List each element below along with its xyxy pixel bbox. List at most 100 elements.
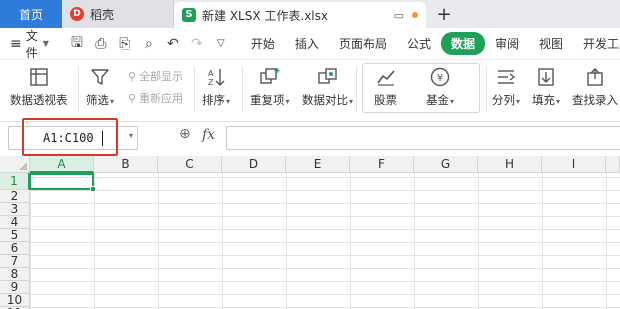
- divider: [356, 66, 357, 112]
- column-header-i[interactable]: I: [542, 156, 606, 173]
- pivot-table-label: 数据透视表: [10, 93, 68, 107]
- divider: [78, 66, 79, 112]
- print-icon[interactable]: ⎘: [115, 36, 135, 52]
- menu-tab-data[interactable]: 数据: [440, 32, 485, 55]
- fund-button[interactable]: ¥ 基金▾: [426, 66, 454, 108]
- column-header-h[interactable]: H: [478, 156, 542, 173]
- tab-daoke-label: 稻壳: [90, 7, 115, 22]
- fill-down-icon: [535, 66, 557, 88]
- file-menu-button[interactable]: ≡ 文件 ▼: [10, 27, 49, 61]
- menu-bar: ≡ 文件 ▼ 🖫 ⎙ ⎘ ⌕ ↶ ↷ ▽ 开始 插入 页面布局 公式 数据 审阅…: [0, 28, 620, 60]
- reapply-icon: ⚲: [128, 91, 137, 105]
- new-tab-button[interactable]: +: [432, 0, 456, 28]
- chevron-down-icon: ▼: [42, 39, 49, 48]
- filter-button[interactable]: 筛选▾: [86, 66, 114, 108]
- fill-button[interactable]: 填充▾: [532, 66, 560, 108]
- split-column-label: 分列: [492, 93, 515, 107]
- highlight-box: [22, 118, 118, 156]
- show-all-icon: ⚲: [128, 69, 137, 83]
- reapply-button[interactable]: ⚲ 重新应用: [128, 90, 183, 106]
- undo-icon[interactable]: ↶: [163, 36, 183, 52]
- split-column-icon: [495, 66, 517, 88]
- chevron-down-icon: ▾: [285, 97, 290, 106]
- quick-access-toolbar: 🖫 ⎙ ⎘ ⌕ ↶ ↷ ▽: [67, 32, 231, 56]
- stock-label: 股票: [374, 93, 397, 107]
- ribbon-tabs: 开始 插入 页面布局 公式 数据 审阅 视图 开发工具: [241, 32, 620, 55]
- column-header-c[interactable]: C: [158, 156, 222, 173]
- redo-icon[interactable]: ↷: [187, 36, 207, 52]
- zoom-search-icon[interactable]: ⊕: [179, 126, 191, 142]
- cell-grid[interactable]: [30, 173, 620, 309]
- reapply-label: 重新应用: [139, 92, 184, 105]
- filter-icon: [89, 66, 111, 88]
- menu-tab-review[interactable]: 审阅: [485, 32, 529, 55]
- chevron-down-icon[interactable]: ▾: [129, 131, 133, 140]
- fill-handle[interactable]: [90, 186, 96, 192]
- monitor-icon[interactable]: ▭: [394, 9, 404, 22]
- lookup-entry-button[interactable]: 查找录入: [572, 66, 618, 108]
- formula-input[interactable]: [226, 126, 620, 150]
- data-compare-label: 数据对比: [302, 93, 348, 107]
- row-header-1[interactable]: 1: [0, 173, 30, 190]
- pivot-table-button[interactable]: 数据透视表: [10, 66, 68, 108]
- menu-tab-page-layout[interactable]: 页面布局: [329, 32, 397, 55]
- duplicates-button[interactable]: 重复项▾: [250, 66, 290, 108]
- export-icon[interactable]: ⎙: [91, 36, 111, 52]
- active-cell-a1[interactable]: [29, 173, 94, 190]
- filter-label: 筛选: [86, 93, 109, 107]
- divider: [242, 66, 243, 112]
- menu-tab-start[interactable]: 开始: [241, 32, 285, 55]
- lookup-entry-label: 查找录入: [572, 93, 618, 107]
- chevron-down-icon: ▾: [226, 97, 231, 106]
- menu-tab-view[interactable]: 视图: [529, 32, 573, 55]
- split-column-button[interactable]: 分列▾: [492, 66, 520, 108]
- duplicates-label: 重复项: [250, 93, 285, 107]
- print-preview-icon[interactable]: ⌕: [139, 36, 159, 52]
- tab-document-title: 新建 XLSX 工作表.xlsx: [202, 8, 328, 23]
- data-compare-icon: [317, 66, 339, 88]
- column-header-d[interactable]: D: [222, 156, 286, 173]
- sort-label: 排序: [202, 93, 225, 107]
- tab-document-status: ▭: [394, 9, 418, 22]
- column-header-b[interactable]: B: [94, 156, 158, 173]
- tab-bar: 首页 D 稻壳 S 新建 XLSX 工作表.xlsx ▭ +: [0, 0, 620, 28]
- column-header-e[interactable]: E: [286, 156, 350, 173]
- chevron-down-icon: ▾: [349, 97, 354, 106]
- daoke-logo-icon: D: [70, 7, 84, 21]
- svg-text:¥: ¥: [437, 73, 443, 84]
- save-icon[interactable]: 🖫: [67, 32, 87, 56]
- chevron-down-icon: ▾: [516, 97, 521, 106]
- show-all-label: 全部显示: [139, 70, 184, 83]
- tab-home[interactable]: 首页: [0, 0, 62, 28]
- svg-text:A: A: [208, 69, 214, 78]
- fx-icon[interactable]: fx: [202, 127, 215, 143]
- column-header-g[interactable]: G: [414, 156, 478, 173]
- data-compare-button[interactable]: 数据对比▾: [302, 66, 353, 108]
- tab-document[interactable]: S 新建 XLSX 工作表.xlsx ▭: [174, 2, 426, 28]
- fund-label: 基金: [426, 93, 449, 107]
- duplicates-icon: [259, 66, 281, 88]
- divider: [486, 66, 487, 112]
- hamburger-icon: ≡: [10, 35, 22, 52]
- yen-icon: ¥: [429, 66, 451, 88]
- sort-button[interactable]: AZ 排序▾: [202, 66, 230, 108]
- ribbon-data: 数据透视表 筛选▾ ⚲ 全部显示 ⚲ 重新应用 AZ 排序▾ 重复项▾ 数据对比…: [0, 60, 620, 122]
- column-header-a[interactable]: A: [30, 156, 94, 173]
- show-all-button[interactable]: ⚲ 全部显示: [128, 68, 183, 84]
- tab-daoke[interactable]: D 稻壳: [62, 0, 174, 28]
- column-header-f[interactable]: F: [350, 156, 414, 173]
- svg-text:Z: Z: [208, 78, 214, 87]
- menu-tab-formula[interactable]: 公式: [397, 32, 441, 55]
- divider: [194, 66, 195, 112]
- chevron-down-icon: ▾: [110, 97, 115, 106]
- pivot-table-icon: [28, 66, 50, 88]
- corner-triangle-icon: [19, 162, 27, 170]
- stock-button[interactable]: 股票: [374, 66, 397, 108]
- fill-label: 填充: [532, 93, 555, 107]
- menu-tab-developer[interactable]: 开发工具: [573, 32, 620, 55]
- select-all-corner[interactable]: [0, 156, 30, 173]
- column-header-partial[interactable]: [606, 156, 620, 173]
- unsaved-dot-icon: [412, 12, 418, 18]
- more-chevron-icon[interactable]: ▽: [211, 38, 231, 49]
- menu-tab-insert[interactable]: 插入: [285, 32, 329, 55]
